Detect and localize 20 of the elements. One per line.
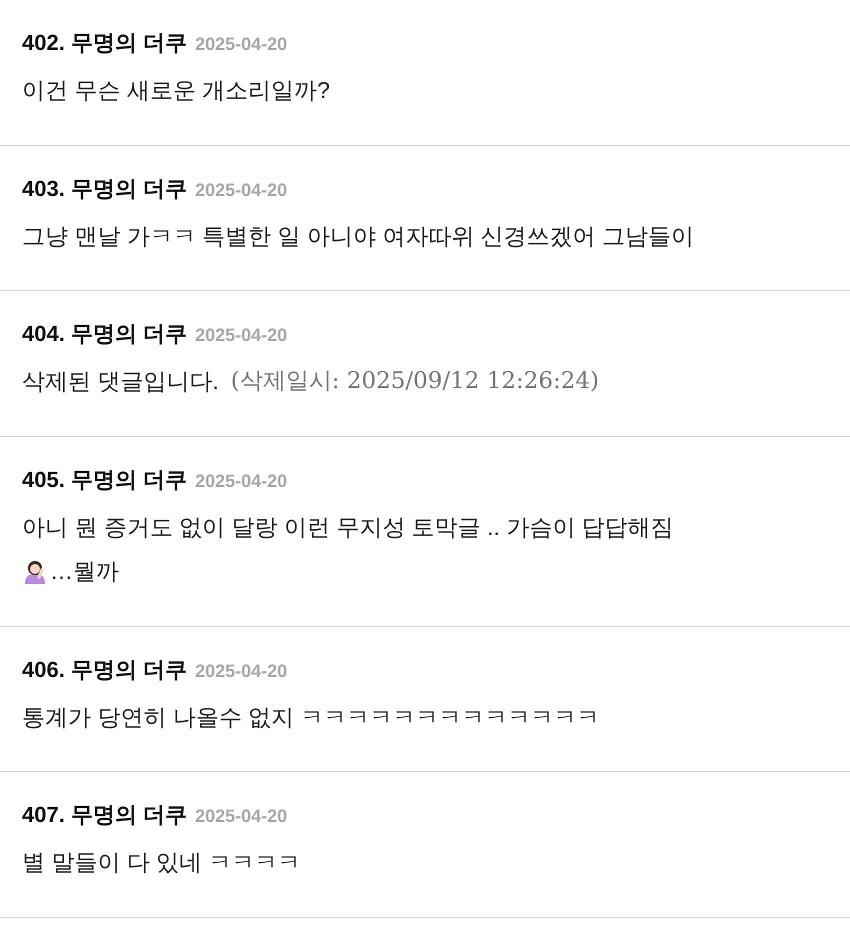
comment-text: 이건 무슨 새로운 개소리일까? — [22, 76, 330, 105]
comment-author: 405. 무명의 더쿠 — [22, 466, 188, 494]
comment-date: 2025-04-20 — [195, 470, 288, 492]
comment-text: 통계가 당연히 나올수 없지 ㅋㅋㅋㅋㅋㅋㅋㅋㅋㅋㅋㅋㅋ — [22, 702, 600, 732]
comment-author: 406. 무명의 더쿠 — [22, 656, 188, 684]
comment-date: 2025-04-20 — [195, 324, 288, 347]
comment-text: 삭제된 댓글입니다. — [22, 367, 219, 396]
deleted-timestamp: (삭제일시: 2025/09/12 12:26:24) — [230, 367, 599, 396]
comment-date: 2025-04-20 — [195, 660, 288, 682]
comment-date: 2025-04-20 — [195, 805, 288, 828]
comment-author: 404. 무명의 더쿠 — [22, 320, 188, 348]
comment-text: 그냥 맨날 가ㅋㅋ 특별한 일 아니야 여자따위 신경쓰겠어 그남들이 — [22, 222, 694, 250]
comment-text: 아니 뭔 증거도 없이 달랑 이런 무지성 토막글 .. 가슴이 답답해짐 — [22, 512, 674, 542]
comment-text: …뭘까 — [50, 557, 119, 586]
comment-author: 407. 무명의 더쿠 — [22, 801, 188, 829]
comment-text: 별 말들이 다 있네 ㅋㅋㅋㅋ — [22, 848, 301, 877]
comment-author: 403. 무명의 더쿠 — [22, 174, 188, 202]
comment-date: 2025-04-20 — [195, 33, 288, 56]
comment-author: 402. 무명의 더쿠 — [22, 29, 188, 57]
comment-date: 2025-04-20 — [195, 178, 288, 202]
